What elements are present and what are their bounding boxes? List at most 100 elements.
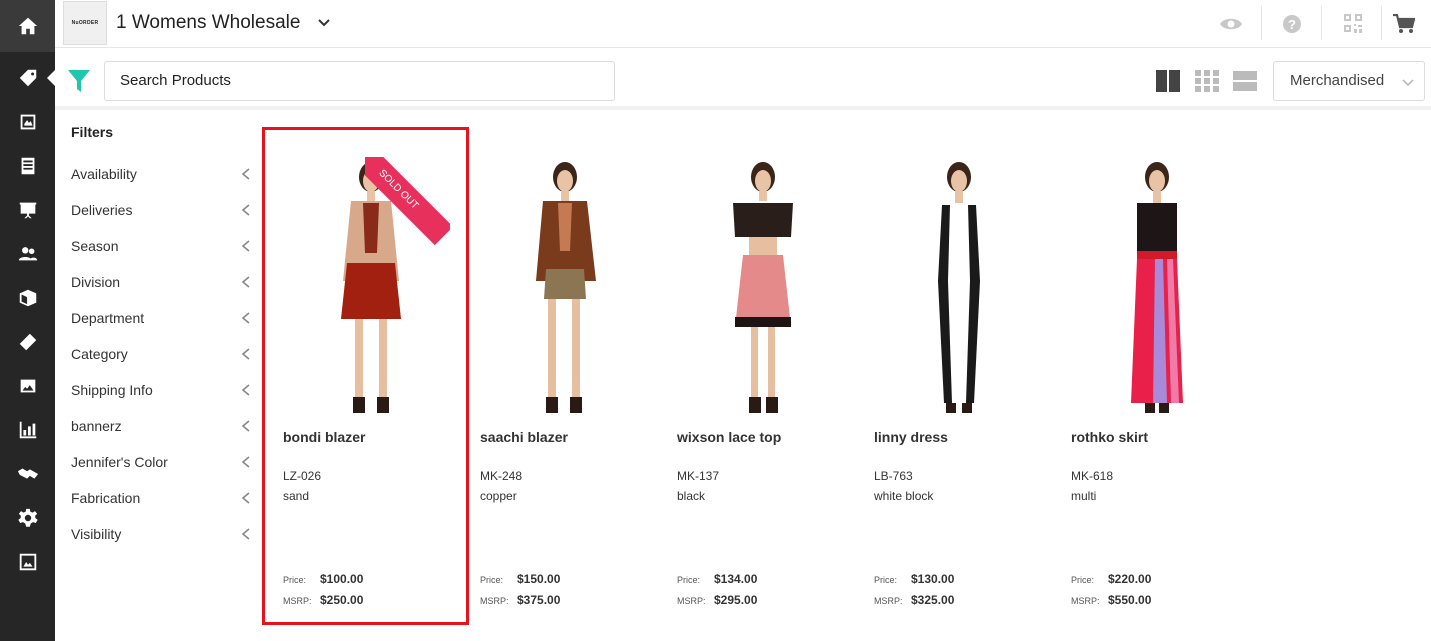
filter-label: Division [71,274,121,290]
model-photo [1131,162,1183,413]
image-icon[interactable] [0,366,55,406]
home-icon[interactable] [0,0,55,52]
grid-small-icon[interactable] [1195,70,1219,92]
grid-large-icon[interactable] [1156,70,1180,92]
divider [1261,6,1262,40]
product-name[interactable]: rothko skirt [1071,429,1148,445]
price-value: $130.00 [911,572,955,586]
product-card[interactable]: wixson lace top MK-137 black Price: $134.… [657,131,854,621]
top-bar: NuORDER 1 Womens Wholesale ? [55,0,1431,48]
price-label: Price: [677,575,701,585]
product-color: copper [480,489,517,503]
filter-bannerz[interactable]: bannerz [71,414,251,438]
tickets-icon[interactable] [0,322,55,362]
chevron-left-icon [241,240,250,252]
handshake-icon[interactable] [0,454,55,494]
filter-category[interactable]: Category [71,342,251,366]
filter-label: Availability [71,166,137,182]
presentation-icon[interactable] [0,190,55,230]
product-image[interactable] [1051,141,1238,421]
help-icon[interactable]: ? [1280,12,1304,36]
product-name[interactable]: saachi blazer [480,429,568,445]
filter-visibility[interactable]: Visibility [71,522,251,546]
model-photo [938,162,980,413]
logo-text: NuORDER [71,20,99,26]
search-input[interactable]: Search Products [104,61,615,101]
filter-label: bannerz [71,418,122,434]
product-card[interactable]: saachi blazer MK-248 copper Price: $150.0… [460,131,657,621]
box-icon[interactable] [0,278,55,318]
catalog-icon[interactable] [0,102,55,142]
app-sidebar [0,0,56,641]
product-name[interactable]: wixson lace top [677,429,781,445]
sort-value: Merchandised [1290,72,1385,89]
qr-icon[interactable] [1341,12,1365,36]
price-value: $150.00 [517,572,561,586]
chevron-left-icon [241,276,250,288]
customers-icon[interactable] [0,234,55,274]
price-value: $220.00 [1108,572,1152,586]
price-row: Price: $220.00 [1071,572,1151,586]
product-toolbar: Search Products Merchandised [55,52,1431,110]
filter-icon[interactable] [67,68,91,94]
filters-panel: Filters Availability Deliveries Season D… [55,114,255,641]
filter-deliveries[interactable]: Deliveries [71,198,251,222]
filter-availability[interactable]: Availability [71,162,251,186]
chevron-left-icon [241,420,250,432]
filter-department[interactable]: Department [71,306,251,330]
price-row: Price: $150.00 [480,572,560,586]
msrp-row: MSRP: $325.00 [874,593,954,607]
chevron-down-icon[interactable] [317,16,331,30]
msrp-label: MSRP: [874,596,903,606]
linesheet-icon[interactable] [0,146,55,186]
filter-label: Jennifer's Color [71,454,168,470]
filter-label: Deliveries [71,202,133,218]
list-icon[interactable] [1233,70,1257,92]
store-title[interactable]: 1 Womens Wholesale [116,12,300,34]
product-sku: MK-618 [1071,469,1114,483]
product-image[interactable] [460,141,647,421]
product-card[interactable]: rothko skirt MK-618 multi Price: $220.00 … [1051,131,1248,621]
divider [1321,6,1322,40]
selection-highlight [262,127,469,625]
chevron-left-icon [241,384,250,396]
product-sku: LB-763 [874,469,913,483]
product-color: black [677,489,706,503]
msrp-row: MSRP: $295.00 [677,593,757,607]
msrp-value: $550.00 [1108,593,1152,607]
msrp-value: $375.00 [517,593,561,607]
sort-select[interactable]: Merchandised [1273,61,1425,101]
image-export-icon[interactable] [0,542,55,582]
divider [1381,6,1382,40]
msrp-label: MSRP: [677,596,706,606]
filter-label: Category [71,346,128,362]
chevron-left-icon [241,348,250,360]
filter-shipping-info[interactable]: Shipping Info [71,378,251,402]
filter-season[interactable]: Season [71,234,251,258]
msrp-value: $325.00 [911,593,955,607]
filter-division[interactable]: Division [71,270,251,294]
product-name[interactable]: linny dress [874,429,948,445]
filter-label: Department [71,310,145,326]
store-logo[interactable]: NuORDER [63,1,107,45]
product-image[interactable] [657,141,844,421]
svg-text:?: ? [1288,17,1296,32]
price-row: Price: $134.00 [677,572,757,586]
chevron-left-icon [241,312,250,324]
product-image[interactable] [854,141,1041,421]
chevron-left-icon [241,492,250,504]
gear-icon[interactable] [0,498,55,538]
model-photo [536,162,596,413]
eye-icon[interactable] [1219,12,1243,36]
msrp-row: MSRP: $375.00 [480,593,560,607]
cart-icon[interactable] [1392,12,1416,36]
analytics-icon[interactable] [0,410,55,450]
filter-jennifers-color[interactable]: Jennifer's Color [71,450,251,474]
product-card[interactable]: linny dress LB-763 white block Price: $13… [854,131,1051,621]
product-color: multi [1071,489,1097,503]
filter-label: Season [71,238,119,254]
chevron-down-icon [1402,79,1414,87]
chevron-left-icon [241,168,250,180]
chevron-left-icon [241,204,250,216]
filter-fabrication[interactable]: Fabrication [71,486,251,510]
